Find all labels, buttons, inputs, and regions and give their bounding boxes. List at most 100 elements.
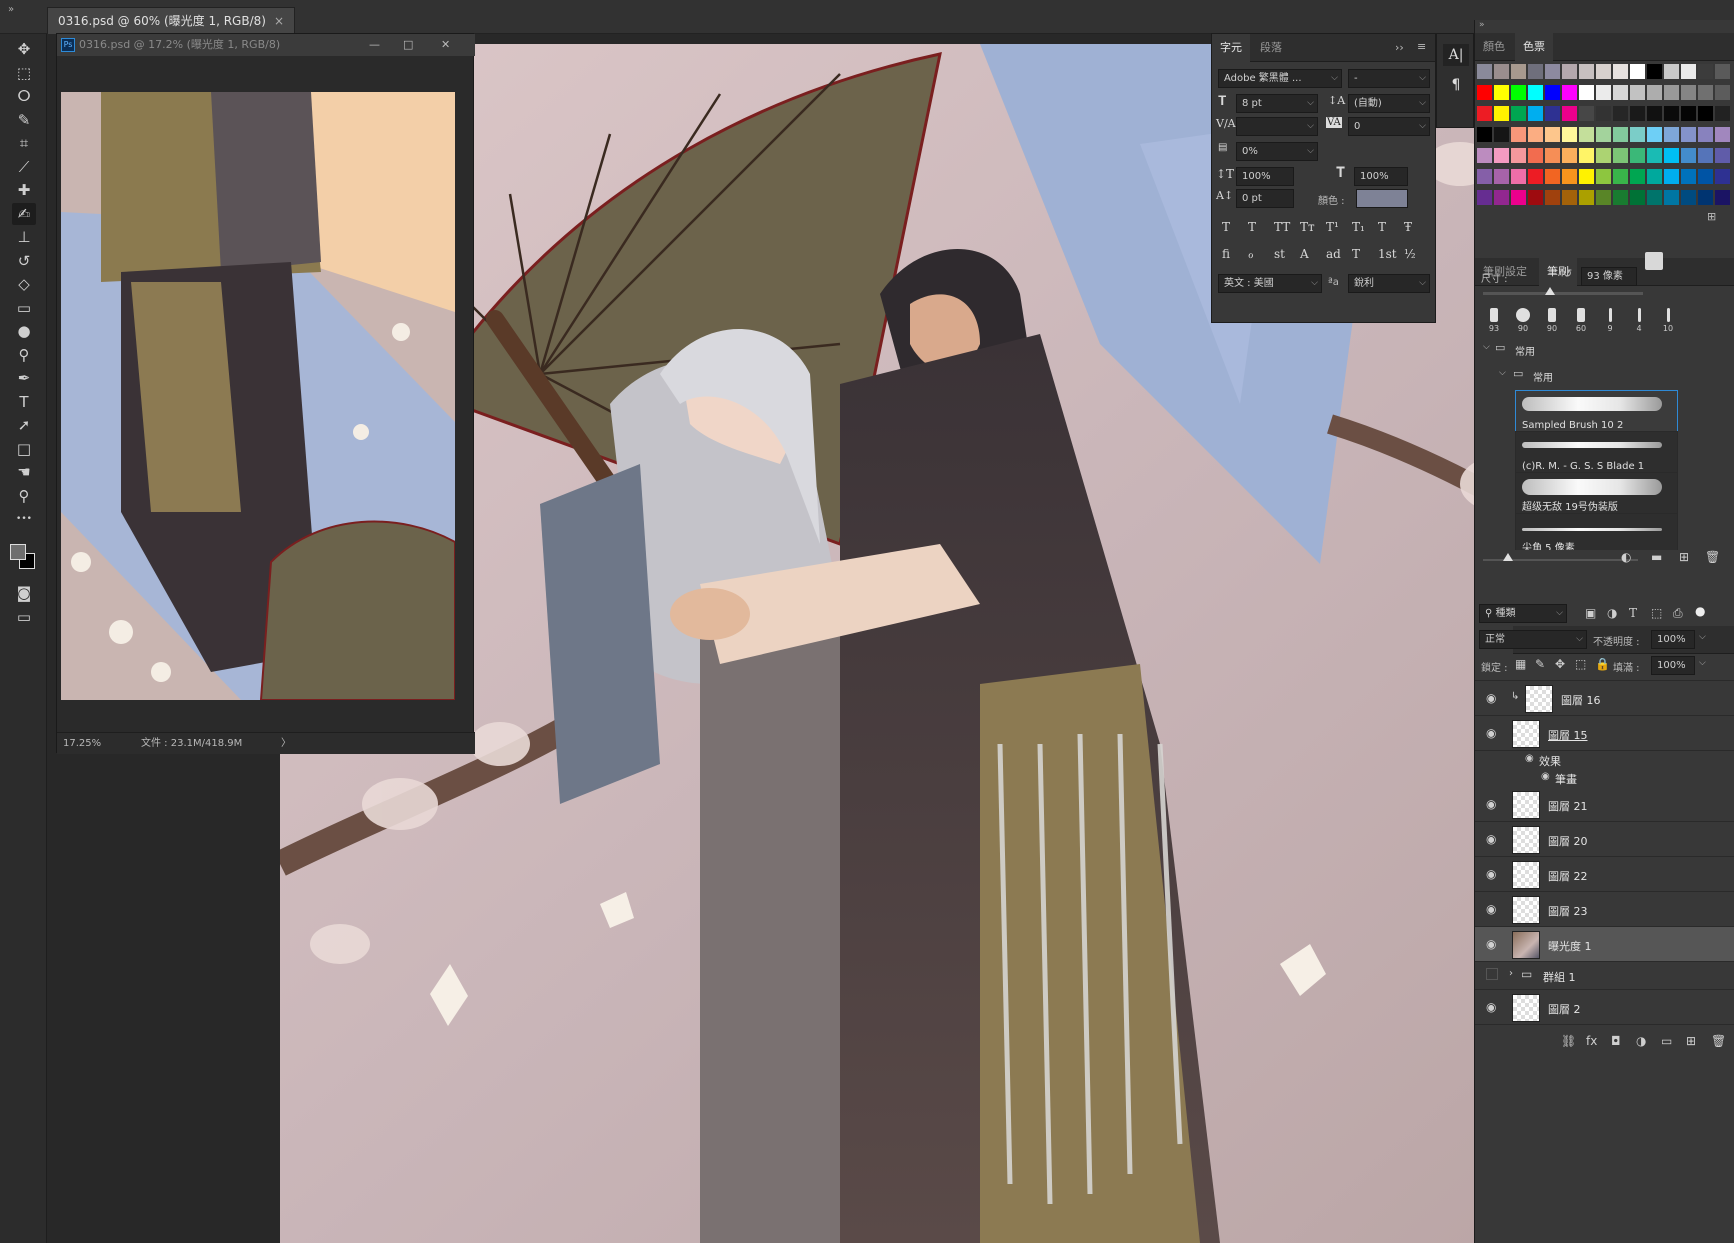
brush-item[interactable]: (c)R. M. - G. S. S Blade 1	[1515, 431, 1678, 476]
expand-panel-icon[interactable]: ››	[1395, 41, 1404, 54]
lock-position-icon[interactable]: ✥	[1555, 657, 1565, 671]
preview-size-slider-handle[interactable]	[1503, 553, 1513, 561]
color-swatch[interactable]	[1545, 148, 1560, 163]
layer-effect-row[interactable]: ◉ 效果	[1475, 751, 1734, 769]
fill-dropdown-icon[interactable]: ⌵	[1699, 658, 1706, 668]
tsume-field[interactable]: 0% ⌵	[1236, 142, 1318, 161]
color-swatch[interactable]	[1494, 148, 1509, 163]
color-swatch[interactable]	[1562, 148, 1577, 163]
lock-artboard-icon[interactable]: ⬚	[1575, 657, 1586, 671]
color-swatch[interactable]	[1630, 85, 1645, 100]
color-swatch[interactable]	[1579, 190, 1594, 205]
color-swatch[interactable]	[1596, 106, 1611, 121]
layer-name[interactable]: 圖層 16	[1561, 692, 1601, 708]
pen-tool-icon[interactable]: ✒	[12, 367, 36, 389]
effect-visibility-icon[interactable]: ◉	[1541, 771, 1550, 782]
brush-preset[interactable]: 9	[1597, 304, 1623, 340]
color-swatch[interactable]	[1681, 190, 1696, 205]
color-swatch[interactable]	[1630, 148, 1645, 163]
kerning-field[interactable]: ⌵	[1236, 117, 1318, 136]
antialias-select[interactable]: 銳利 ⌵	[1348, 274, 1430, 293]
color-swatch[interactable]	[1477, 106, 1492, 121]
history-brush-tool-icon[interactable]: ↺	[12, 250, 36, 272]
color-swatch[interactable]	[1494, 85, 1509, 100]
layer-row[interactable]: ◉ 圖層 21	[1475, 787, 1734, 822]
color-swatch[interactable]	[1596, 64, 1611, 79]
fx-icon[interactable]: fx	[1586, 1034, 1597, 1048]
opentype-button-2[interactable]: ℴ	[1248, 247, 1254, 261]
tab-paragraph[interactable]: 段落	[1252, 34, 1290, 62]
layer-row[interactable]: ◉ 圖層 2	[1475, 990, 1734, 1025]
adjustment-icon[interactable]: ◑	[1636, 1034, 1646, 1048]
color-swatch[interactable]	[1664, 127, 1679, 142]
layer-row[interactable]: ◉ 圖層 15	[1475, 716, 1734, 751]
color-swatch[interactable]	[1698, 127, 1713, 142]
brush-preset[interactable]: 60	[1568, 304, 1594, 340]
color-swatch[interactable]	[1511, 190, 1526, 205]
color-swatch[interactable]	[1545, 106, 1560, 121]
lock-pixels-icon[interactable]: ✎	[1535, 657, 1545, 671]
color-swatch[interactable]	[1477, 190, 1492, 205]
color-swatch[interactable]	[1630, 190, 1645, 205]
status-menu-arrow-icon[interactable]: 〉	[281, 733, 291, 755]
lock-all-icon[interactable]: 🔒	[1595, 657, 1610, 671]
type-style-button-7[interactable]: T	[1378, 220, 1386, 234]
brush-size-slider-handle[interactable]	[1545, 287, 1555, 295]
type-style-button-1[interactable]: T	[1222, 220, 1230, 234]
color-swatch[interactable]	[1494, 169, 1509, 184]
color-swatch[interactable]	[1647, 169, 1662, 184]
visibility-toggle-icon[interactable]: ◐	[1621, 550, 1631, 564]
brush-group-label[interactable]: 常用	[1515, 343, 1535, 358]
color-swatch[interactable]	[1647, 64, 1662, 79]
visibility-eye-icon[interactable]: ◉	[1486, 902, 1496, 916]
color-swatch[interactable]	[1681, 148, 1696, 163]
color-swatch[interactable]	[1545, 85, 1560, 100]
quick-select-tool-icon[interactable]: ✎	[12, 109, 36, 131]
layer-effect-row[interactable]: ◉ 筆畫	[1475, 769, 1734, 787]
color-swatch[interactable]	[1596, 148, 1611, 163]
tab-color[interactable]: 顏色	[1475, 33, 1513, 61]
visibility-eye-icon[interactable]: ◉	[1486, 937, 1496, 951]
type-style-button-4[interactable]: Tт	[1300, 220, 1315, 234]
visibility-eye-icon[interactable]: ◉	[1486, 832, 1496, 846]
type-tool-icon[interactable]: T	[12, 391, 36, 413]
color-swatch[interactable]	[1562, 106, 1577, 121]
maximize-icon[interactable]: □	[403, 34, 413, 56]
color-swatch[interactable]	[1477, 64, 1492, 79]
dodge-tool-icon[interactable]: ⚲	[12, 344, 36, 366]
path-select-tool-icon[interactable]: ➚	[12, 414, 36, 436]
brush-item[interactable]: Sampled Brush 10 2	[1515, 390, 1678, 435]
visibility-eye-icon[interactable]: ◉	[1486, 797, 1496, 811]
visibility-eye-icon[interactable]: ◉	[1486, 867, 1496, 881]
filter-adjustment-icon[interactable]: ◑	[1607, 606, 1617, 620]
color-swatch[interactable]	[1630, 127, 1645, 142]
color-swatch[interactable]	[1647, 85, 1662, 100]
crop-tool-icon[interactable]: ⌗	[12, 132, 36, 154]
healing-brush-tool-icon[interactable]: ✚	[12, 179, 36, 201]
brush-size-slider[interactable]	[1483, 292, 1643, 295]
swatches-grid[interactable]	[1475, 62, 1734, 232]
brush-edit-icon[interactable]	[1645, 252, 1663, 270]
layer-row[interactable]: ◉ 圖層 20	[1475, 822, 1734, 857]
opacity-field[interactable]: 100%	[1651, 630, 1695, 649]
new-brush-icon[interactable]: ⊞	[1679, 550, 1689, 564]
delete-brush-icon[interactable]: 🗑	[1705, 550, 1720, 564]
color-swatch[interactable]	[1715, 85, 1730, 100]
color-swatch[interactable]	[1494, 190, 1509, 205]
brush-size-field[interactable]: 93 像素	[1581, 267, 1637, 286]
dock-collapse-icon[interactable]: »	[1479, 20, 1485, 30]
zoom-tool-icon[interactable]: ⚲	[12, 485, 36, 507]
collapse-icon[interactable]: »	[8, 4, 14, 15]
visibility-eye-icon[interactable]: ◉	[1486, 726, 1496, 740]
color-swatch[interactable]	[1715, 148, 1730, 163]
horizontal-scale-field[interactable]: 100%	[1354, 167, 1408, 186]
opentype-button-1[interactable]: fi	[1222, 247, 1230, 261]
blur-tool-icon[interactable]: ●	[12, 320, 36, 342]
color-swatch[interactable]	[1562, 169, 1577, 184]
visibility-eye-icon[interactable]: ◉	[1486, 691, 1496, 705]
filter-toggle-icon[interactable]: ●	[1695, 604, 1705, 618]
trash-icon[interactable]: 🗑	[1711, 1034, 1726, 1048]
color-swatch[interactable]	[1630, 169, 1645, 184]
eraser-tool-icon[interactable]: ◇	[12, 273, 36, 295]
foreground-color-swatch[interactable]	[10, 544, 26, 560]
